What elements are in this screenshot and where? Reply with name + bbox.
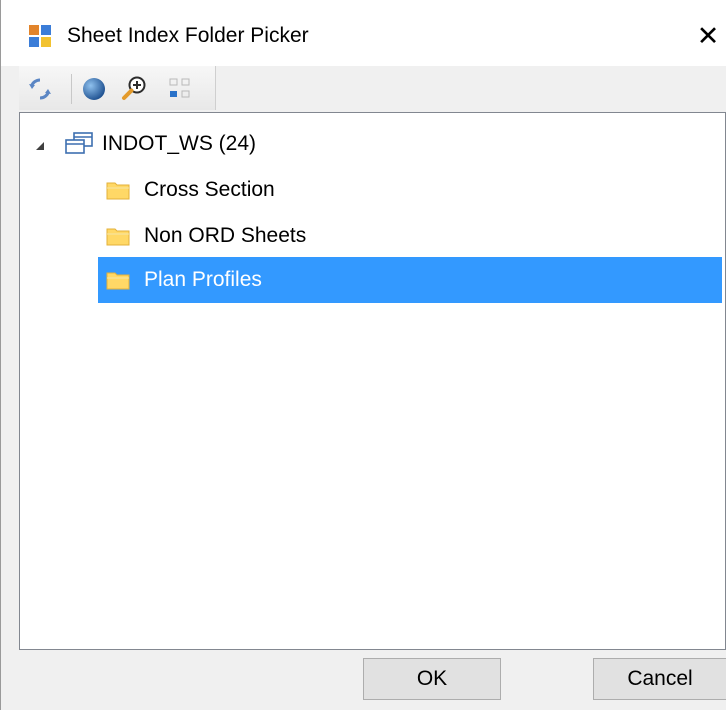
- toolbar-strip: [19, 66, 216, 110]
- folder-tree[interactable]: INDOT_WS (24) Cross Section Non ORD Shee…: [19, 112, 726, 650]
- toolbar: [19, 66, 726, 112]
- tree-item-plan-profiles[interactable]: Plan Profiles: [98, 257, 722, 303]
- tree-root-node[interactable]: INDOT_WS (24): [64, 121, 364, 167]
- refresh-icon[interactable]: [25, 74, 55, 104]
- zoom-in-icon[interactable]: [119, 74, 149, 104]
- tree-item-label: Plan Profiles: [144, 268, 262, 291]
- dialog-window: Sheet Index Folder Picker ✕ INDOT_WS (24…: [0, 0, 726, 710]
- tree-item-label: Cross Section: [144, 178, 275, 201]
- title-bar: Sheet Index Folder Picker ✕: [1, 0, 726, 66]
- toolbar-separator: [71, 74, 72, 104]
- tree-item-label: Non ORD Sheets: [144, 224, 307, 247]
- tree-item-cross-section[interactable]: Cross Section: [98, 167, 398, 213]
- tree-root-label: INDOT_WS (24): [102, 132, 257, 155]
- folder-icon: [106, 270, 130, 290]
- window-title: Sheet Index Folder Picker: [67, 24, 309, 47]
- folder-icon: [106, 226, 130, 246]
- app-icon: [28, 24, 52, 48]
- globe-icon[interactable]: [79, 74, 109, 104]
- collapse-triangle-icon[interactable]: [34, 139, 46, 151]
- close-button[interactable]: ✕: [691, 20, 725, 52]
- ok-button[interactable]: OK: [363, 658, 501, 700]
- grid-view-icon[interactable]: [165, 74, 195, 104]
- folder-icon: [106, 180, 130, 200]
- tree-item-non-ord-sheets[interactable]: Non ORD Sheets: [98, 213, 398, 259]
- cancel-button[interactable]: Cancel: [593, 658, 726, 700]
- datasource-icon: [64, 132, 94, 156]
